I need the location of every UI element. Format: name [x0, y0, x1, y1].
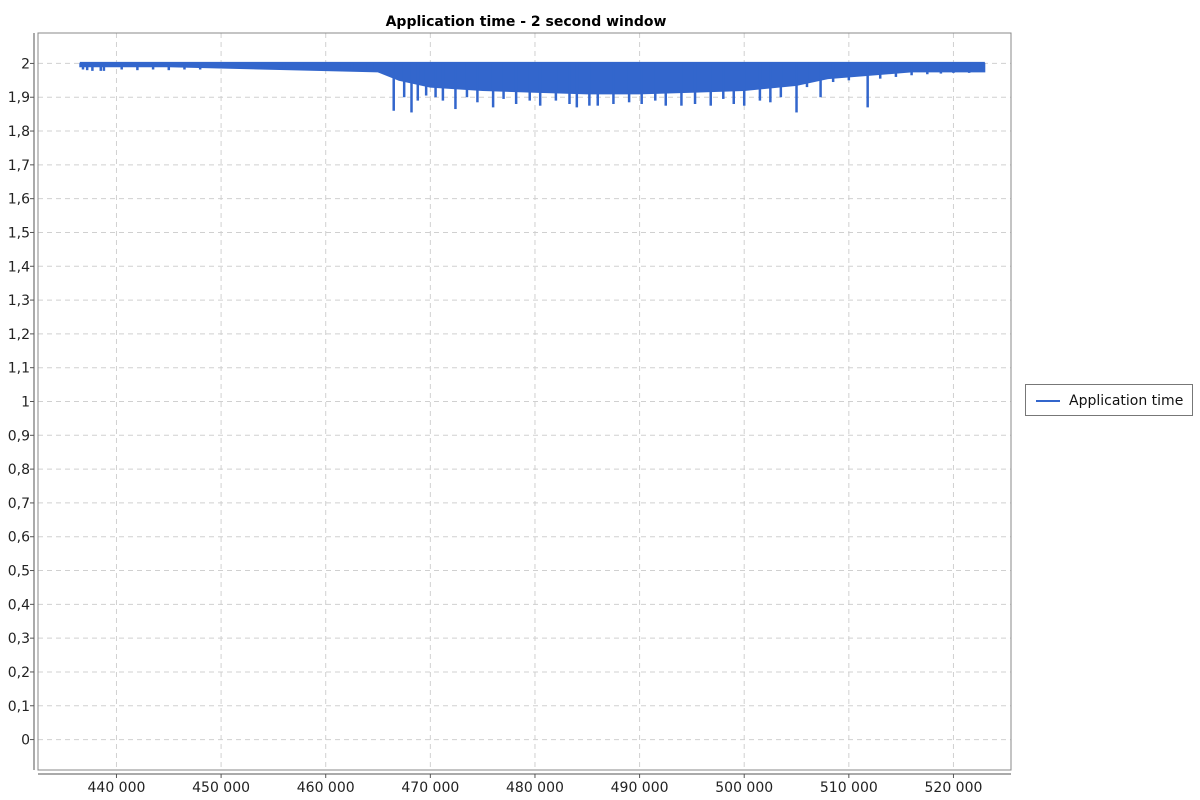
- y-tick-label: 0,9: [8, 428, 30, 444]
- x-tick-label: 510 000: [820, 780, 878, 796]
- axes: 440 000 450 000 460 000 470 000 480 000 490 0…: [8, 32, 1012, 796]
- y-tick-label: 1,1: [8, 361, 30, 377]
- x-tick-label: 450 000: [192, 780, 250, 796]
- y-tick-label: 1,7: [8, 158, 30, 174]
- y-tick-label: 1,9: [8, 90, 30, 106]
- y-tick-label: 0,6: [8, 530, 30, 546]
- y-tick-label: 1,2: [8, 327, 30, 343]
- x-tick-label: 520 000: [925, 780, 983, 796]
- y-tick-label: 0: [21, 733, 30, 749]
- legend-label-application-time: Application time: [1069, 393, 1184, 409]
- y-tick-label: 2: [21, 56, 30, 72]
- y-tick-label: 1,6: [8, 192, 30, 208]
- y-tick-label: 0,4: [8, 597, 30, 613]
- y-tick-label: 1,4: [8, 259, 30, 275]
- y-tick-label: 0,7: [8, 496, 30, 512]
- legend-swatch: [1036, 400, 1060, 402]
- y-tick-label: 0,2: [8, 665, 30, 681]
- x-tick-label: 480 000: [506, 780, 564, 796]
- grid: [38, 33, 1011, 770]
- y-tick-label: 0,5: [8, 564, 30, 580]
- legend: Application time: [1025, 384, 1193, 416]
- x-tick-label: 460 000: [297, 780, 355, 796]
- x-tick-label: 500 000: [715, 780, 773, 796]
- y-tick-label: 0,8: [8, 462, 30, 478]
- y-tick-label: 1: [21, 395, 30, 411]
- x-tick-label: 440 000: [88, 780, 146, 796]
- y-tick-label: 0,3: [8, 631, 30, 647]
- x-tick-label: 470 000: [401, 780, 459, 796]
- y-tick-label: 1,3: [8, 293, 30, 309]
- x-tick-label: 490 000: [611, 780, 669, 796]
- plot-area: 440 000 450 000 460 000 470 000 480 000 490 0…: [8, 32, 1012, 796]
- y-tick-label: 0,1: [8, 699, 30, 715]
- y-tick-label: 1,5: [8, 225, 30, 241]
- y-tick-label: 1,8: [8, 124, 30, 140]
